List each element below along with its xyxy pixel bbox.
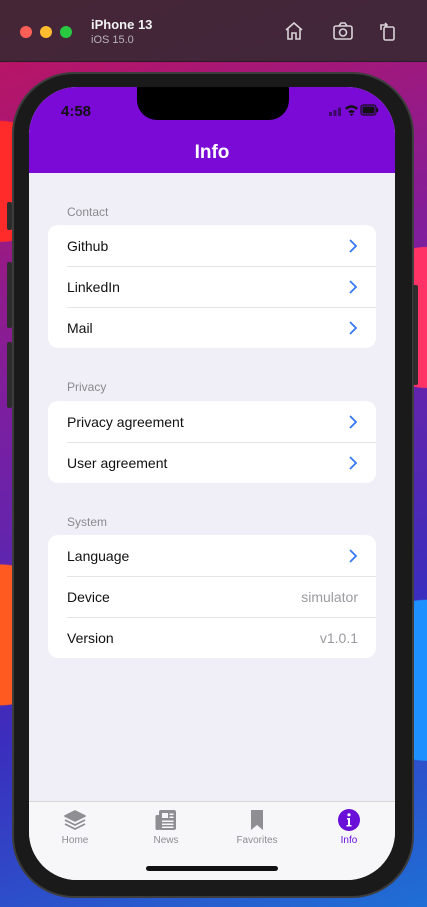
chevron-right-icon [349,548,358,563]
close-window-button[interactable] [20,26,32,38]
tab-news[interactable]: News [131,808,201,846]
row-version: Version v1.0.1 [48,617,376,658]
notch [137,87,289,120]
tab-label: News [153,835,179,846]
tab-home[interactable]: Home [40,808,110,846]
newspaper-icon [155,810,176,830]
home-icon[interactable] [283,20,305,42]
privacy-group: Privacy agreement User agreement [48,401,376,483]
chevron-right-icon [349,455,358,470]
tab-label: Info [340,835,358,846]
layers-icon [64,810,86,830]
row-label: Privacy agreement [67,413,184,430]
tab-favorites[interactable]: Favorites [222,808,292,846]
tab-info[interactable]: Info [314,808,384,846]
mute-switch [7,202,12,230]
device-value: simulator [301,588,358,605]
chevron-right-icon [349,414,358,429]
chevron-right-icon [349,279,358,294]
volume-down-button [7,342,12,408]
section-title-contact: Contact [67,205,109,219]
status-icons [329,104,379,116]
row-label: Device [67,588,110,605]
version-value: v1.0.1 [319,629,358,646]
home-indicator[interactable] [146,866,278,871]
row-label: Mail [67,319,93,336]
row-language[interactable]: Language [48,535,376,576]
row-label: Github [67,237,109,254]
device-name: iPhone 13 [91,17,153,32]
screenshot-icon[interactable] [332,20,354,42]
row-github[interactable]: Github [48,225,376,266]
row-mail[interactable]: Mail [48,307,376,348]
wifi-icon [345,105,358,116]
status-time: 4:58 [61,103,92,120]
tab-label: Home [61,835,89,846]
row-user-agreement[interactable]: User agreement [48,442,376,483]
row-privacy-agreement[interactable]: Privacy agreement [48,401,376,442]
battery-icon [360,104,379,116]
tab-label: Favorites [236,835,278,846]
section-title-privacy: Privacy [67,380,107,394]
cellular-icon [329,107,341,116]
row-label: Version [67,629,114,646]
system-group: Language Device simulator Version v1.0.1 [48,535,376,658]
row-linkedin[interactable]: LinkedIn [48,266,376,307]
contact-group: Github LinkedIn Mail [48,225,376,348]
minimize-window-button[interactable] [40,26,52,38]
bookmark-icon [251,810,263,830]
row-device: Device simulator [48,576,376,617]
rotate-icon[interactable] [377,20,399,42]
page-title: Info [194,142,230,163]
section-title-system: System [67,515,108,529]
info-icon [338,809,360,831]
volume-up-button [7,262,12,328]
simulator-title-bar: iPhone 13 iOS 15.0 [0,0,427,62]
phone-screen: 4:58 Info Contact Github LinkedIn Mail P… [29,87,395,880]
chevron-right-icon [349,238,358,253]
os-version: iOS 15.0 [91,34,134,46]
chevron-right-icon [349,320,358,335]
row-label: Language [67,547,130,564]
nav-header: 4:58 Info [29,87,395,173]
row-label: User agreement [67,454,168,471]
row-label: LinkedIn [67,278,120,295]
power-button [413,285,418,385]
zoom-window-button[interactable] [60,26,72,38]
